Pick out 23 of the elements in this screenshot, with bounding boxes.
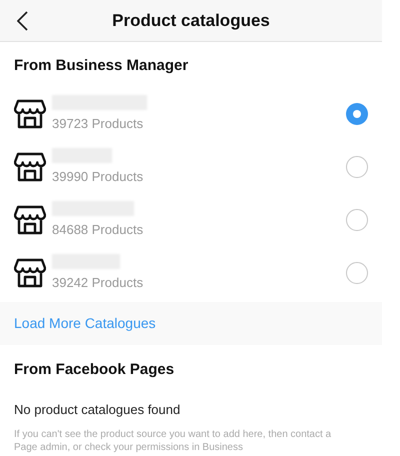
load-more-button[interactable]: Load More Catalogues: [0, 302, 382, 344]
section-heading: From Facebook Pages: [13, 360, 176, 380]
section-heading: From Business Manager: [13, 56, 190, 76]
product-count: 84688 Products: [52, 220, 144, 239]
storefront-icon: [14, 205, 46, 235]
storefront-icon: [14, 99, 46, 129]
radio-button[interactable]: [346, 209, 368, 231]
catalogue-item[interactable]: 39242 Products: [0, 246, 382, 300]
storefront-icon: [14, 152, 46, 182]
catalogue-item[interactable]: 39723 Products: [0, 88, 382, 140]
screen-title: Product catalogues: [111, 10, 271, 32]
product-count: 39242 Products: [52, 274, 144, 292]
help-text: If you can't see the product source you want to add here, then contact a Page admin, or check your permissions in Business: [13, 428, 332, 454]
catalogue-item[interactable]: 39990 Products: [0, 140, 382, 194]
back-icon: [16, 11, 28, 31]
radio-button[interactable]: [346, 262, 368, 284]
catalogue-item[interactable]: 84688 Products: [0, 194, 382, 246]
product-count: 39723 Products: [52, 114, 144, 133]
radio-button[interactable]: [346, 156, 368, 178]
product-count: 39990 Products: [52, 168, 144, 186]
empty-message: No product catalogues found: [13, 401, 182, 419]
radio-button[interactable]: [346, 103, 368, 125]
storefront-icon: [14, 258, 46, 288]
